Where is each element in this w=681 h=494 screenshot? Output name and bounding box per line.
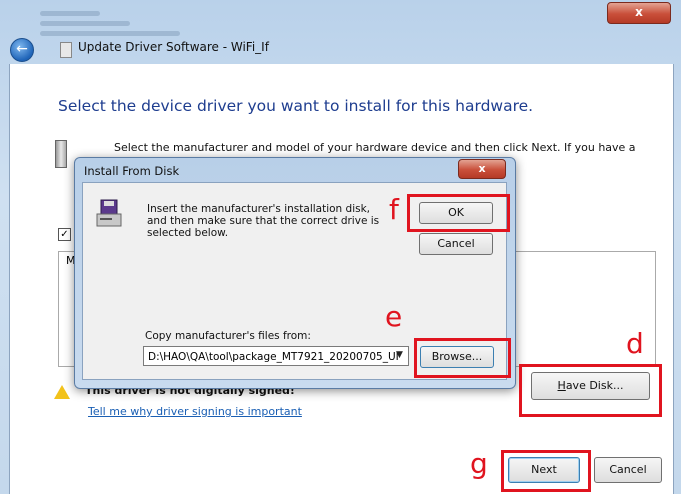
dialog-title: Install From Disk (84, 164, 180, 178)
cancel-button[interactable]: Cancel (594, 457, 662, 483)
annotation-box-f (407, 194, 510, 232)
page-description: Select the manufacturer and model of you… (114, 141, 636, 154)
update-driver-window: x ← Update Driver Software - WiFi_If Sel… (0, 0, 681, 494)
annotation-e: e (385, 300, 403, 333)
path-combobox[interactable]: D:\HAO\QA\tool\package_MT7921_20200705_U… (143, 346, 409, 366)
page-heading: Select the device driver you want to ins… (58, 97, 534, 115)
dropdown-arrow-icon[interactable]: ▼ (396, 350, 403, 360)
window-close-button[interactable]: x (607, 2, 671, 24)
annotation-box-d (519, 364, 662, 417)
show-compatible-checkbox[interactable]: ✓ (58, 228, 71, 241)
warning-icon (54, 385, 70, 399)
hardware-device-icon (55, 140, 67, 168)
annotation-d: d (626, 327, 644, 360)
device-manager-icon (60, 42, 72, 58)
annotation-f: f (389, 193, 399, 226)
back-arrow-icon[interactable]: ← (10, 38, 34, 62)
annotation-box-g (501, 450, 591, 492)
dialog-instructions: Insert the manufacturer's installation d… (147, 203, 380, 239)
annotation-box-e (414, 338, 511, 378)
window-title: Update Driver Software - WiFi_If (78, 40, 269, 54)
copy-files-label: Copy manufacturer's files from: (145, 330, 311, 342)
dialog-cancel-button[interactable]: Cancel (419, 233, 493, 255)
driver-signing-link[interactable]: Tell me why driver signing is important (88, 405, 302, 418)
annotation-g: g (470, 447, 488, 480)
disk-drive-icon (96, 199, 122, 227)
dialog-close-button[interactable]: x (458, 159, 506, 179)
